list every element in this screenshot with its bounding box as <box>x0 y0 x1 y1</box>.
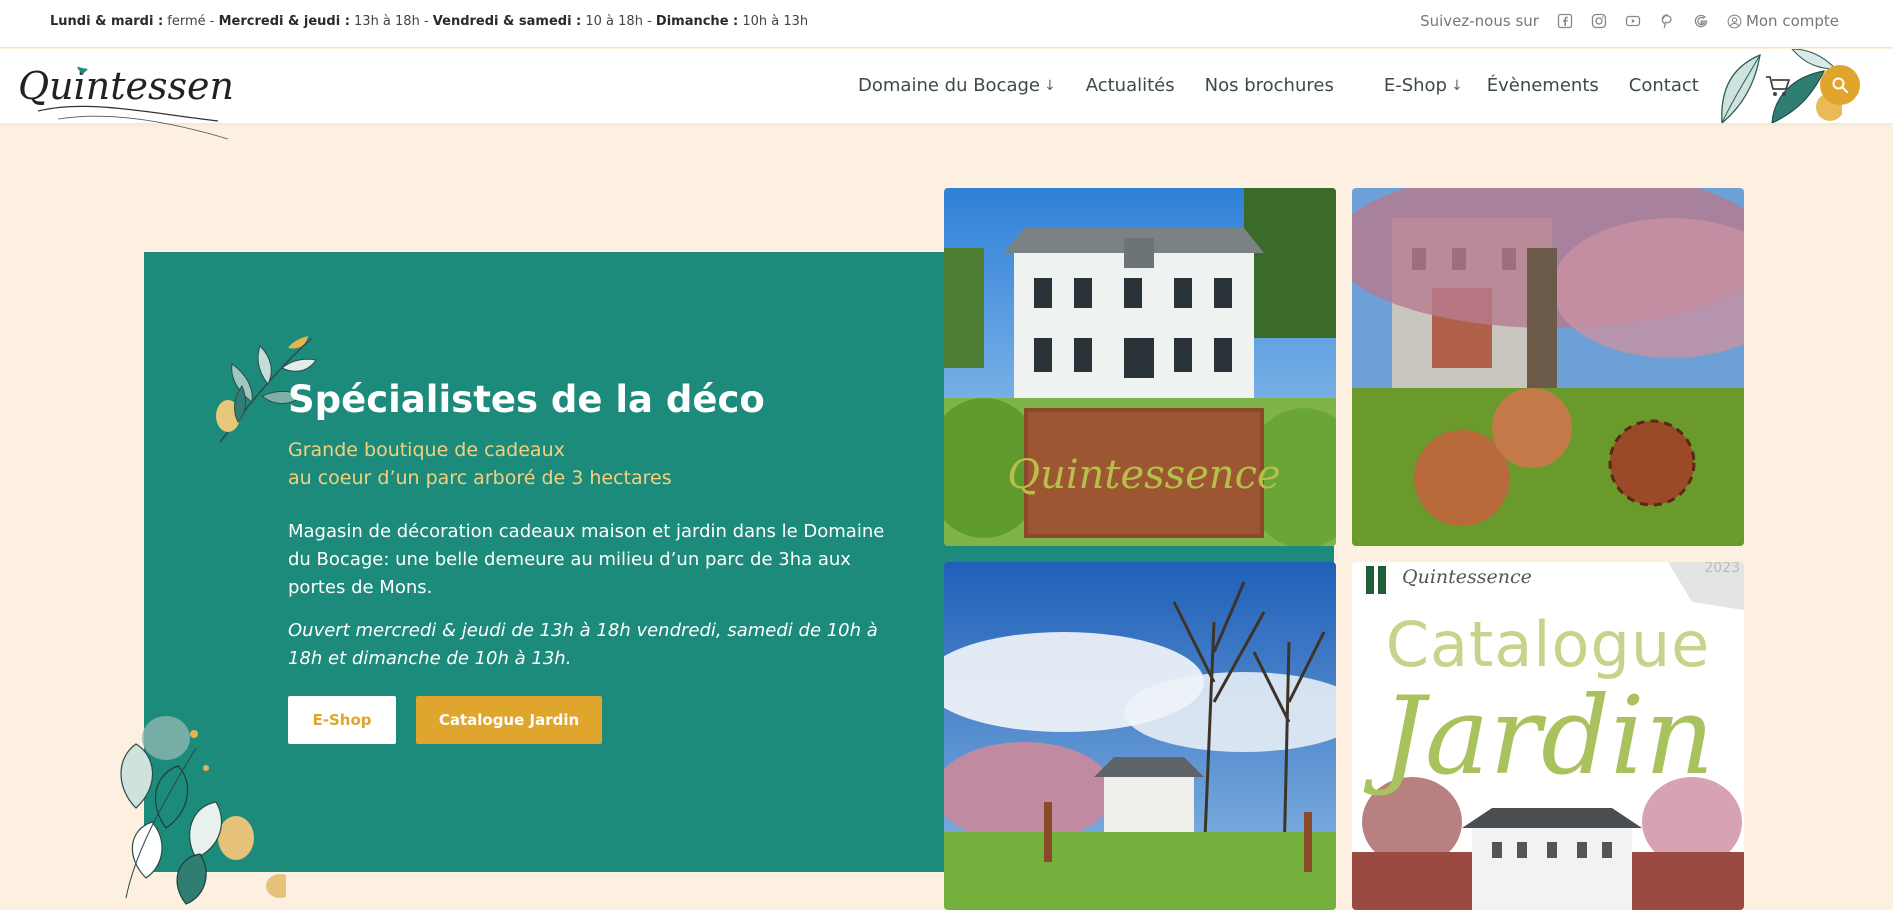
nav-label: Domaine du Bocage <box>858 75 1040 96</box>
nav-label: E-Shop <box>1383 75 1447 96</box>
nav-contact[interactable]: Contact <box>1629 75 1699 96</box>
catalogue-brand: Quintessence <box>1402 566 1532 588</box>
nav-label: Contact <box>1628 75 1699 96</box>
site-logo[interactable]: Quintessence <box>18 59 278 149</box>
catalogue-year: 2023 <box>1704 562 1740 576</box>
hours-day-4: Dimanche : <box>655 14 739 29</box>
nav-actualites[interactable]: Actualités <box>1086 75 1175 96</box>
cart-icon[interactable] <box>1763 71 1793 101</box>
sign-text: Quintessence <box>1007 452 1280 498</box>
hours-time-2: 13h à 18h - <box>349 14 433 29</box>
top-bar: Lundi & mardi : fermé - Mercredi & jeudi… <box>0 0 1893 48</box>
nav-domaine-du-bocage[interactable]: Domaine du Bocage ↓ <box>858 75 1056 96</box>
hero-subtitle-line1: Grande boutique de cadeaux <box>288 439 565 461</box>
photo-manor-sign[interactable]: Quintessence <box>944 188 1336 546</box>
arrow-down-icon: ↓ <box>1450 77 1463 94</box>
catalogue-jardin-cover[interactable]: Quintessence 2023 Catalogue Jardin <box>1352 562 1744 910</box>
nav-eshop[interactable]: E-Shop ↓ <box>1384 75 1463 96</box>
pinterest-icon[interactable] <box>1659 13 1675 29</box>
site-header: Quintessence Domaine du Bocage↓ Actualit… <box>0 49 1893 140</box>
catalogue-subtitle: Jardin <box>1381 674 1715 799</box>
hours-day-3: Vendredi & samedi : <box>432 14 582 29</box>
opening-hours: Lundi & mardi : fermé - Mercredi & jeudi… <box>50 14 808 29</box>
photo-park-trees[interactable] <box>944 562 1336 910</box>
nav-label: Nos brochures <box>1204 75 1334 96</box>
ginkgo-leaves-icon <box>120 716 286 905</box>
catalogue-jardin-button[interactable]: Catalogue Jardin <box>416 696 602 744</box>
follow-label: Suivez-nous sur <box>1420 12 1539 30</box>
top-bar-right: Suivez-nous sur Mon compte <box>1420 12 1839 30</box>
nav-label: Évènements <box>1486 75 1599 96</box>
account-link[interactable]: Mon compte <box>1727 12 1839 30</box>
hero-description: Magasin de décoration cadeaux maison et … <box>288 521 885 598</box>
hours-day-1: Lundi & mardi : <box>50 14 164 29</box>
eshop-button[interactable]: E-Shop <box>288 696 396 744</box>
user-icon <box>1727 14 1742 28</box>
google-icon[interactable] <box>1693 13 1709 29</box>
nav-label: Actualités <box>1085 75 1175 96</box>
hero-hours: Ouvert mercredi & jeudi de 13h à 18h ven… <box>288 620 878 669</box>
nav-evenements[interactable]: Évènements <box>1487 75 1599 96</box>
search-button[interactable] <box>1820 65 1860 105</box>
photo-garden-spheres[interactable] <box>1352 188 1744 546</box>
hero-subtitle-line2: au coeur d’un parc arboré de 3 hectares <box>288 467 672 489</box>
main-nav: Domaine du Bocage ↓ Actualités Nos brochu… <box>858 75 1699 96</box>
catalogue-title: Catalogue <box>1385 608 1711 681</box>
hero-subtitle: Grande boutique de cadeaux au coeur d’un… <box>288 436 672 492</box>
youtube-icon[interactable] <box>1625 13 1641 29</box>
facebook-icon[interactable] <box>1557 13 1573 29</box>
account-label: Mon compte <box>1745 12 1839 30</box>
arrow-down-icon: ↓ <box>1044 77 1056 94</box>
nav-nos-brochures[interactable]: Nos brochures <box>1205 75 1334 96</box>
instagram-icon[interactable] <box>1591 13 1607 29</box>
hero-title: Spécialistes de la déco <box>288 378 765 421</box>
hours-time-4: 10h à 13h <box>738 14 809 29</box>
hours-time-3: 10 à 18h - <box>581 14 656 29</box>
search-icon <box>1832 77 1848 93</box>
hours-time-1: fermé - <box>163 14 219 29</box>
hours-day-2: Mercredi & jeudi : <box>218 14 350 29</box>
logo-text: Quintessence <box>18 64 233 108</box>
